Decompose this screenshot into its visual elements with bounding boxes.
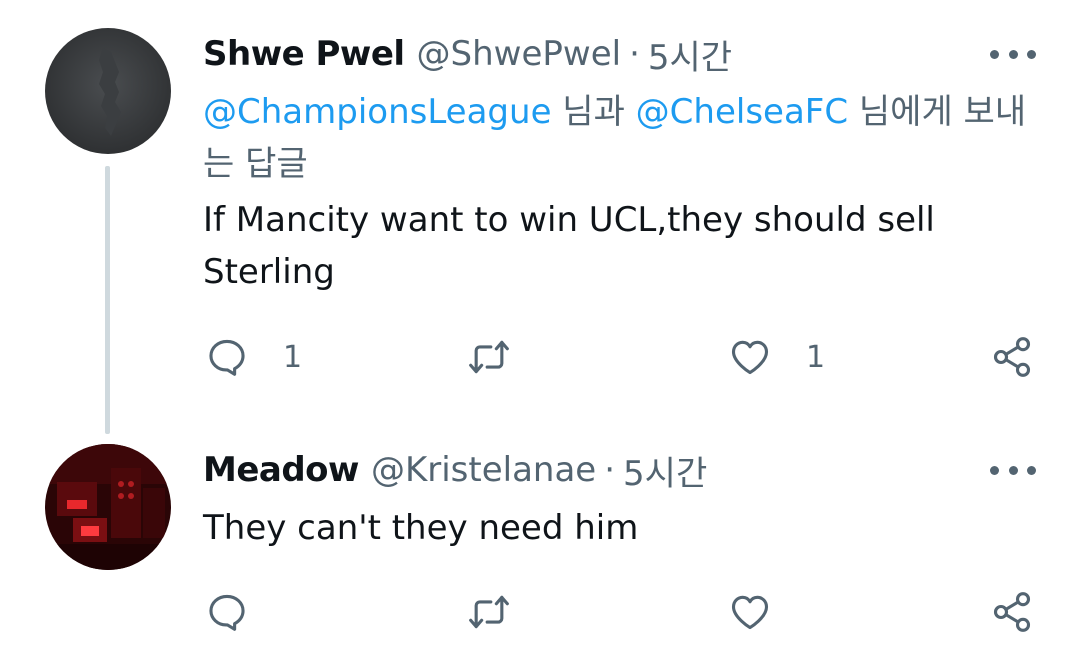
- reply-count: 1: [283, 339, 303, 375]
- share-nodes-icon: [993, 592, 1031, 632]
- share-nodes-icon: [993, 337, 1031, 377]
- speech-bubble-icon: [209, 594, 245, 631]
- like-count: 1: [806, 339, 826, 375]
- tweet-header: Meadow @Kristelanae · 5시간: [203, 444, 707, 496]
- avatar-image: [45, 28, 171, 154]
- avatar-image: [45, 444, 171, 570]
- separator-dot: ·: [629, 34, 640, 74]
- like-button[interactable]: 1: [728, 333, 825, 381]
- author-handle[interactable]: @Kristelanae: [371, 450, 596, 490]
- thread-connector-line: [105, 166, 110, 434]
- separator-dot: ·: [604, 450, 616, 490]
- tweet-thread: Shwe Pwel @ShwePwel · 5시간 @ChampionsLeag…: [0, 0, 1066, 660]
- author-name[interactable]: Shwe Pwel: [203, 34, 405, 74]
- timestamp[interactable]: 5시간: [648, 30, 732, 79]
- speech-bubble-icon: [209, 339, 245, 376]
- retweet-arrows-icon: [469, 340, 509, 374]
- tweet-text: They can't they need him: [203, 508, 639, 548]
- like-button[interactable]: [728, 588, 772, 636]
- share-button[interactable]: [990, 333, 1034, 381]
- mention-link[interactable]: @ChelseaFC: [636, 92, 848, 132]
- more-dots-icon[interactable]: [990, 458, 1036, 482]
- author-handle[interactable]: @ShwePwel: [417, 34, 622, 74]
- reply-context: @ChampionsLeague 님과 @ChelseaFC 님에게 보내는 답…: [203, 86, 1043, 190]
- avatar-meadow[interactable]: [45, 444, 171, 570]
- heart-icon: [731, 340, 769, 375]
- mention-link[interactable]: @ChampionsLeague: [203, 92, 551, 132]
- tweet-text: If Mancity want to win UCL,they should s…: [203, 200, 935, 292]
- author-name[interactable]: Meadow: [203, 450, 359, 490]
- more-dots-icon[interactable]: [990, 42, 1036, 66]
- retweet-arrows-icon: [469, 595, 509, 629]
- retweet-button[interactable]: [467, 333, 511, 381]
- reply-button[interactable]: 1: [205, 333, 302, 381]
- retweet-button[interactable]: [467, 588, 511, 636]
- reply-context-joiner: 님과: [551, 92, 636, 132]
- heart-icon: [731, 595, 769, 630]
- reply-button[interactable]: [205, 588, 249, 636]
- timestamp[interactable]: 5시간: [623, 446, 707, 495]
- share-button[interactable]: [990, 588, 1034, 636]
- tweet-header: Shwe Pwel @ShwePwel · 5시간: [203, 28, 732, 80]
- avatar-shwe-pwel[interactable]: [45, 28, 171, 154]
